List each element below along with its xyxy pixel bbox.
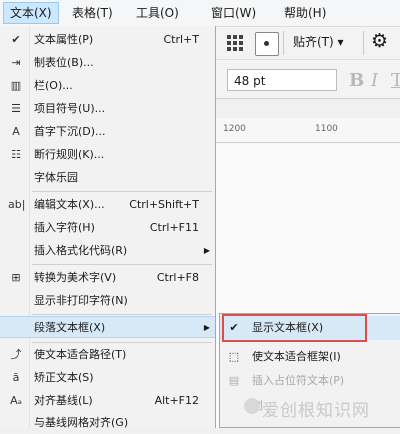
standard-toolbar: 贴齐(T) ▾ ⚙ (215, 27, 400, 60)
straighten-text-icon: ā (12, 371, 20, 384)
menu-separator (32, 342, 212, 343)
ruler-tick: 1100 (315, 124, 338, 134)
highlight-box (222, 314, 367, 342)
menu-item-paragraph-text-frame[interactable]: 段落文本框(X) ▶ (0, 316, 215, 338)
snap-dropdown[interactable]: 贴齐(T) ▾ (293, 33, 344, 50)
watermark-text: 爱创根知识网 (262, 401, 370, 421)
property-bar: 48 pt B I T (215, 60, 400, 99)
menu-item-text-properties[interactable]: ✔ 文本属性(P) Ctrl+T (0, 29, 215, 51)
tab-stops-icon: ⇥ (11, 56, 21, 69)
menu-item-columns[interactable]: ▥ 栏(O)... (0, 75, 215, 97)
toolbar-divider (283, 31, 284, 55)
menu-separator (32, 191, 212, 192)
gear-icon[interactable]: ⚙ (371, 30, 388, 52)
menu-item-align-baseline-grid[interactable]: 与基线网格对齐(G) (0, 412, 215, 434)
submenu-arrow-icon: ▶ (203, 323, 210, 332)
snap-icon[interactable] (255, 32, 279, 56)
menu-window[interactable]: 窗口(W) (205, 3, 262, 23)
font-size-field[interactable]: 48 pt (227, 69, 337, 91)
submenu-item-fit-text-to-frame[interactable]: ⬚ 使文本适合框架(I) (220, 345, 400, 369)
fit-path-icon: ⤴ (10, 348, 22, 361)
menu-help[interactable]: 帮助(H) (278, 3, 332, 23)
menu-item-insert-formatting-code[interactable]: 插入格式化代码(R) ▶ (0, 240, 215, 262)
align-baseline-icon: Aₐ (10, 394, 22, 407)
menu-table[interactable]: 表格(T) (66, 3, 119, 23)
italic-button[interactable]: I (371, 70, 378, 91)
ruler-tick: 1200 (223, 124, 246, 134)
menu-text[interactable]: 文本(X) (3, 2, 59, 24)
menu-separator (32, 264, 212, 265)
convert-artistic-icon: ⊞ (11, 271, 21, 284)
horizontal-ruler: 1200 1100 (215, 118, 400, 143)
menu-bar: 文本(X) 表格(T) 工具(O) 窗口(W) 帮助(H) (0, 0, 400, 27)
menu-separator (32, 314, 212, 315)
menu-item-drop-cap[interactable]: A 首字下沉(D)... (0, 121, 215, 143)
menu-item-fit-text-to-path[interactable]: ⤴ 使文本适合路径(T) (0, 344, 215, 366)
menu-item-insert-character[interactable]: 插入字符(H) Ctrl+F11 (0, 217, 215, 239)
menu-item-edit-text[interactable]: ab| 编辑文本(X)... Ctrl+Shift+T (0, 194, 215, 216)
edit-text-icon: ab| (8, 198, 26, 211)
toolbar-divider (363, 31, 364, 55)
underline-button[interactable]: T (391, 70, 400, 91)
check-icon: ✔ (11, 33, 21, 46)
menu-item-line-break-rules[interactable]: ☷ 断行规则(K)... (0, 144, 215, 166)
fit-frame-icon: ⬚ (228, 350, 240, 363)
menu-item-show-nonprinting[interactable]: 显示非打印字符(N) (0, 290, 215, 312)
bullets-icon: ☰ (11, 102, 21, 115)
menu-item-bullets[interactable]: ☰ 项目符号(U)... (0, 98, 215, 120)
text-menu-dropdown: ✔ 文本属性(P) Ctrl+T ⇥ 制表位(B)... ▥ 栏(O)... ☰… (0, 26, 216, 429)
columns-icon: ▥ (10, 79, 22, 92)
submenu-item-insert-placeholder: ▤ 插入占位符文本(P) (220, 369, 400, 393)
submenu-arrow-icon: ▶ (203, 246, 210, 255)
drop-cap-icon: A (12, 125, 20, 138)
menu-item-convert-to-artistic[interactable]: ⊞ 转换为美术字(V) Ctrl+F8 (0, 267, 215, 289)
placeholder-icon: ▤ (228, 374, 240, 387)
line-break-icon: ☷ (11, 148, 21, 161)
menu-tools[interactable]: 工具(O) (130, 3, 185, 23)
menu-item-align-baseline[interactable]: Aₐ 对齐基线(L) Alt+F12 (0, 390, 215, 412)
menu-item-straighten-text[interactable]: ā 矫正文本(S) (0, 367, 215, 389)
watermark-logo-icon (244, 398, 260, 414)
bold-button[interactable]: B (349, 70, 364, 91)
menu-item-tab-stops[interactable]: ⇥ 制表位(B)... (0, 52, 215, 74)
grid-icon[interactable] (227, 35, 243, 51)
menu-item-font-park[interactable]: 字体乐园 (0, 167, 215, 189)
